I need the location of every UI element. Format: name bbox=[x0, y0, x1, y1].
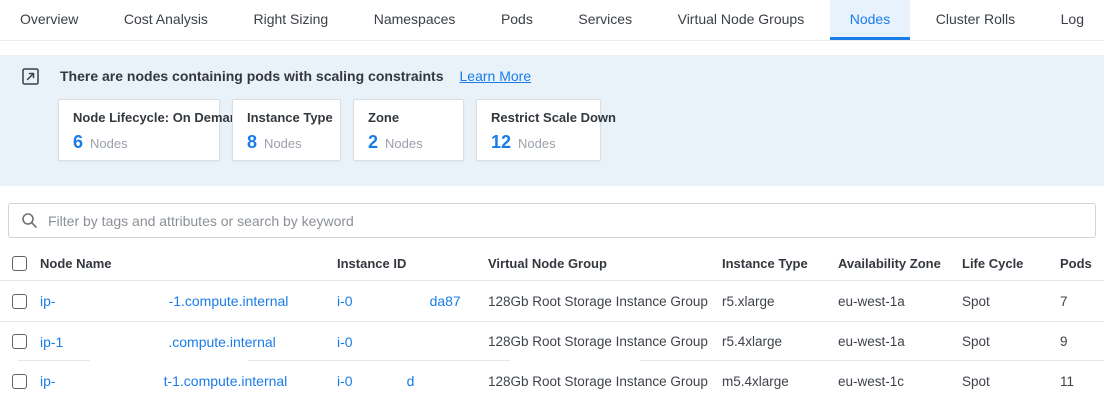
availability-zone-cell: eu-west-1a bbox=[838, 294, 962, 309]
search-icon bbox=[21, 212, 38, 229]
tab-virtual-node-groups[interactable]: Virtual Node Groups bbox=[658, 0, 825, 40]
card-title: Restrict Scale Down bbox=[491, 110, 586, 125]
instance-id-link[interactable]: d bbox=[407, 373, 415, 389]
row-checkbox[interactable] bbox=[12, 294, 27, 309]
column-header-instance-type: Instance Type bbox=[722, 256, 838, 271]
constraint-card-node-lifecycle[interactable]: Node Lifecycle: On Demand 6 Nodes bbox=[58, 99, 220, 161]
life-cycle-cell: Spot bbox=[962, 374, 1060, 389]
tab-namespaces[interactable]: Namespaces bbox=[354, 0, 476, 40]
banner-message: There are nodes containing pods with sca… bbox=[60, 68, 444, 84]
card-count: 2 bbox=[368, 132, 378, 153]
search-input[interactable] bbox=[48, 213, 1083, 229]
table-row: ip- -1.compute.internal i-0 da87 128Gb R… bbox=[0, 281, 1104, 321]
redacted-text bbox=[56, 294, 169, 308]
life-cycle-cell: Spot bbox=[962, 334, 1060, 349]
pods-cell: 11 bbox=[1060, 374, 1104, 389]
redacted-text bbox=[63, 335, 168, 349]
card-count: 8 bbox=[247, 132, 257, 153]
banner-message-row: There are nodes containing pods with sca… bbox=[22, 65, 1082, 87]
tab-pods[interactable]: Pods bbox=[481, 0, 553, 40]
select-all-checkbox[interactable] bbox=[12, 256, 27, 271]
filter-search-bar[interactable] bbox=[8, 203, 1096, 238]
instance-id-link[interactable]: i-0 bbox=[337, 293, 353, 309]
availability-zone-cell: eu-west-1a bbox=[838, 334, 962, 349]
column-header-instance-id: Instance ID bbox=[337, 256, 488, 271]
scaling-constraints-banner: There are nodes containing pods with sca… bbox=[0, 55, 1104, 186]
tab-log[interactable]: Log bbox=[1041, 0, 1104, 40]
tab-cluster-rolls[interactable]: Cluster Rolls bbox=[916, 0, 1035, 40]
card-count: 6 bbox=[73, 132, 83, 153]
instance-id-link[interactable]: i-0 bbox=[337, 373, 353, 389]
tab-cost-analysis[interactable]: Cost Analysis bbox=[104, 0, 228, 40]
row-checkbox[interactable] bbox=[12, 334, 27, 349]
node-name-link[interactable]: ip- bbox=[40, 293, 56, 309]
redacted-text bbox=[353, 374, 407, 388]
constraint-cards: Node Lifecycle: On Demand 6 Nodes Instan… bbox=[58, 99, 1082, 161]
tab-services[interactable]: Services bbox=[558, 0, 652, 40]
column-header-life-cycle: Life Cycle bbox=[962, 256, 1060, 271]
availability-zone-cell: eu-west-1c bbox=[838, 374, 962, 389]
node-name-link[interactable]: ip-1 bbox=[40, 334, 63, 350]
instance-id-link[interactable]: i-0 bbox=[337, 334, 353, 350]
virtual-node-group-cell: 128Gb Root Storage Instance Group bbox=[488, 374, 722, 389]
instance-type-cell: m5.4xlarge bbox=[722, 374, 838, 389]
node-name-link[interactable]: -1.compute.internal bbox=[169, 293, 289, 309]
row-divider-segment bbox=[248, 360, 510, 361]
instance-id-link[interactable]: da87 bbox=[430, 293, 461, 309]
instance-type-cell: r5.4xlarge bbox=[722, 334, 838, 349]
constraint-card-instance-type[interactable]: Instance Type 8 Nodes bbox=[232, 99, 341, 161]
card-title: Instance Type bbox=[247, 110, 326, 125]
node-name-link[interactable]: .compute.internal bbox=[168, 334, 275, 350]
table-row: ip-1 .compute.internal i-0 128Gb Root St… bbox=[0, 321, 1104, 361]
card-title: Zone bbox=[368, 110, 449, 125]
row-checkbox[interactable] bbox=[12, 374, 27, 389]
tab-nodes[interactable]: Nodes bbox=[830, 0, 910, 40]
virtual-node-group-cell: 128Gb Root Storage Instance Group bbox=[488, 334, 722, 349]
row-divider-segment bbox=[18, 360, 90, 361]
pods-cell: 7 bbox=[1060, 294, 1104, 309]
table-row: ip- t-1.compute.internal i-0 d 128Gb Roo… bbox=[0, 361, 1104, 401]
redacted-text bbox=[353, 294, 430, 308]
card-count: 12 bbox=[491, 132, 511, 153]
column-header-pods: Pods bbox=[1060, 256, 1104, 271]
tab-overview[interactable]: Overview bbox=[0, 0, 98, 40]
column-header-virtual-node-group: Virtual Node Group bbox=[488, 256, 722, 271]
card-unit: Nodes bbox=[264, 136, 302, 151]
nodes-table: Node Name Instance ID Virtual Node Group… bbox=[0, 246, 1104, 401]
redacted-text bbox=[56, 374, 164, 388]
learn-more-link[interactable]: Learn More bbox=[460, 68, 532, 84]
scaling-constraint-icon bbox=[22, 68, 39, 85]
column-header-node-name: Node Name bbox=[40, 256, 337, 271]
row-divider-segment bbox=[640, 360, 1104, 361]
card-title: Node Lifecycle: On Demand bbox=[73, 110, 205, 125]
virtual-node-group-cell: 128Gb Root Storage Instance Group bbox=[488, 294, 722, 309]
instance-type-cell: r5.xlarge bbox=[722, 294, 838, 309]
node-name-link[interactable]: t-1.compute.internal bbox=[164, 373, 288, 389]
card-unit: Nodes bbox=[385, 136, 423, 151]
table-header-row: Node Name Instance ID Virtual Node Group… bbox=[0, 246, 1104, 281]
pods-cell: 9 bbox=[1060, 334, 1104, 349]
constraint-card-restrict-scale-down[interactable]: Restrict Scale Down 12 Nodes bbox=[476, 99, 601, 161]
card-unit: Nodes bbox=[518, 136, 556, 151]
column-header-availability-zone: Availability Zone bbox=[838, 256, 962, 271]
tab-right-sizing[interactable]: Right Sizing bbox=[233, 0, 348, 40]
constraint-card-zone[interactable]: Zone 2 Nodes bbox=[353, 99, 464, 161]
life-cycle-cell: Spot bbox=[962, 294, 1060, 309]
tab-bar: Overview Cost Analysis Right Sizing Name… bbox=[0, 0, 1104, 41]
card-unit: Nodes bbox=[90, 136, 128, 151]
node-name-link[interactable]: ip- bbox=[40, 373, 56, 389]
